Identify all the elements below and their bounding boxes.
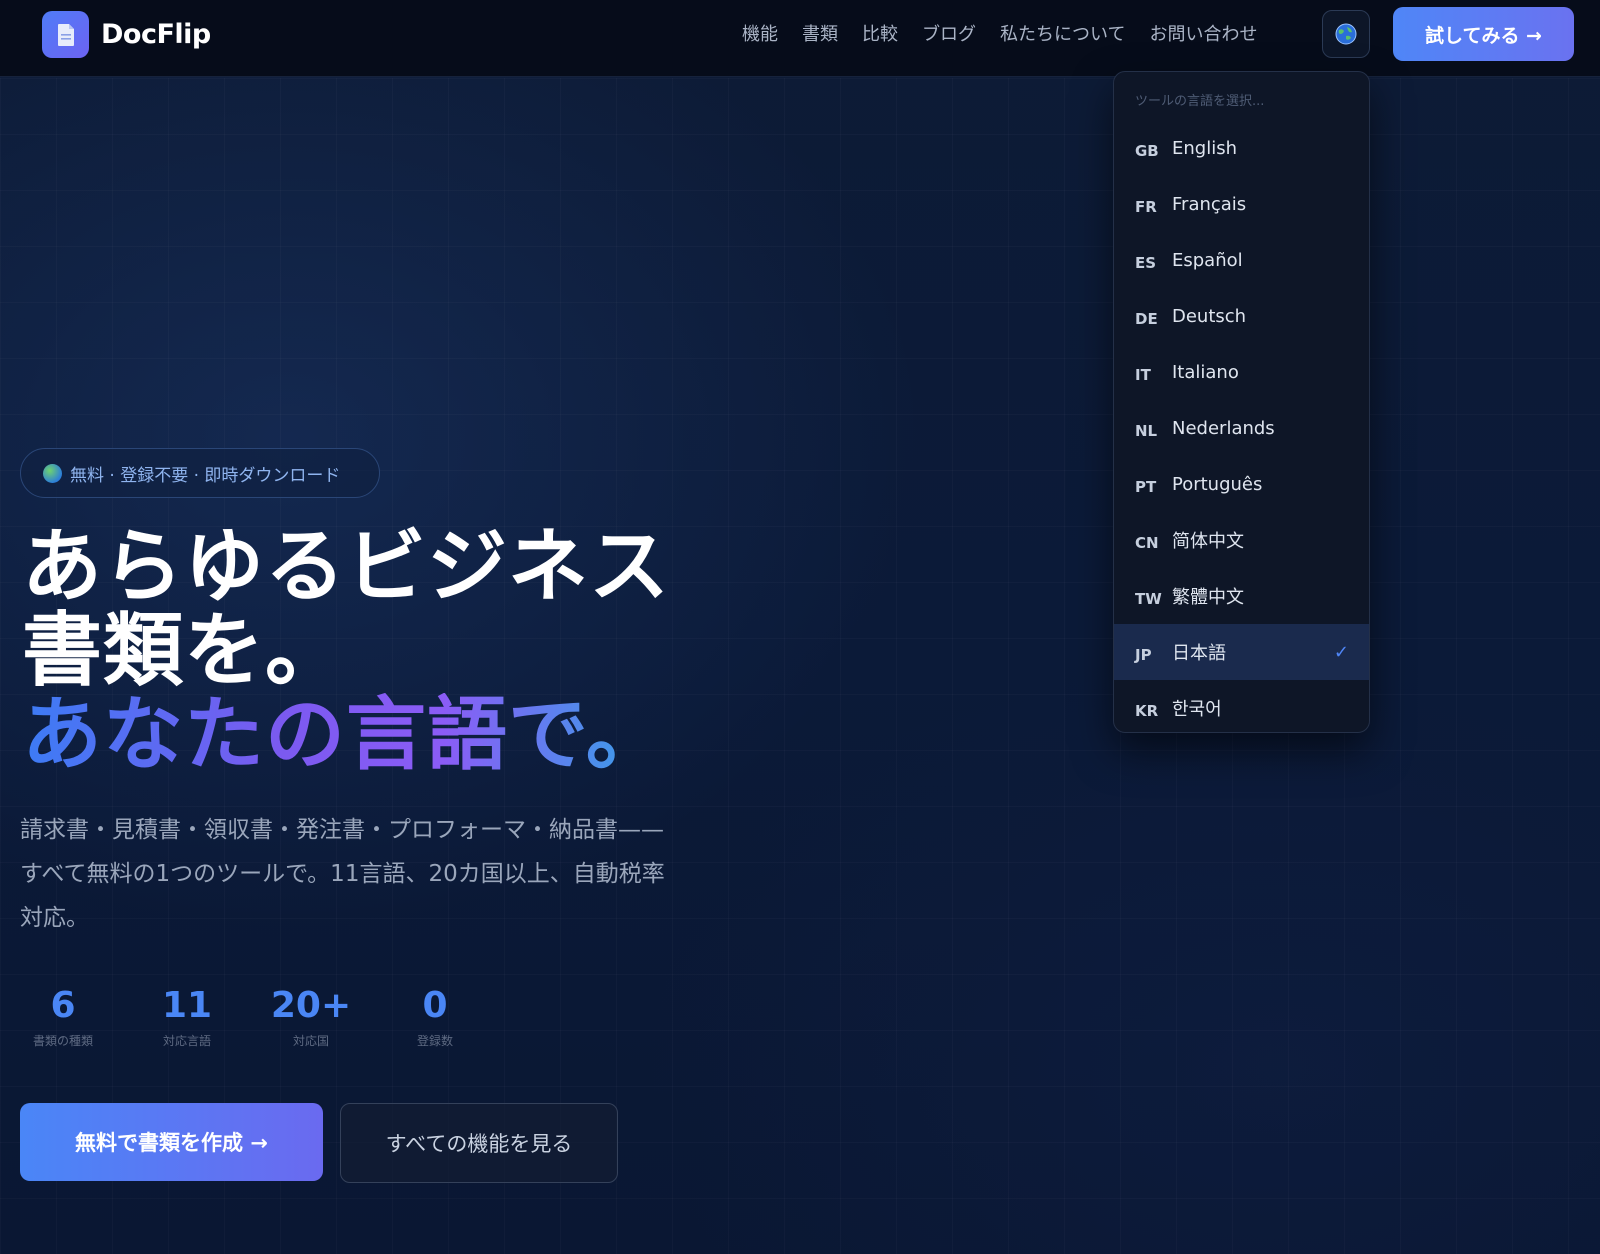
stat-signups: 0 登録数 bbox=[394, 984, 476, 1049]
stat-document-types: 6 書類の種類 bbox=[22, 984, 104, 1049]
stat-label: 書類の種類 bbox=[32, 1034, 93, 1048]
language-option-kr[interactable]: KR 한국어 bbox=[1114, 680, 1369, 732]
stat-value: 11 bbox=[161, 985, 213, 1026]
language-label: Italiano bbox=[1172, 361, 1239, 383]
globe-icon bbox=[43, 463, 62, 483]
hero-description: 請求書・見積書・領収書・発注書・プロフォーマ・納品書——すべて無料の1つのツール… bbox=[20, 817, 665, 931]
language-label: English bbox=[1172, 137, 1237, 159]
stat-label: 対応言語 bbox=[162, 1034, 211, 1048]
language-label: Português bbox=[1172, 473, 1263, 495]
flag-code: DE bbox=[1135, 310, 1158, 328]
stat-label: 登録数 bbox=[416, 1034, 453, 1048]
nav-link-blog[interactable]: ブログ bbox=[922, 20, 976, 46]
view-features-button[interactable]: すべての機能を見る bbox=[340, 1103, 618, 1183]
flag-code: PT bbox=[1135, 478, 1157, 496]
globe-icon bbox=[1335, 23, 1357, 45]
language-option-cn[interactable]: CN 简体中文 bbox=[1114, 512, 1369, 568]
check-icon: ✓ bbox=[1333, 641, 1349, 663]
language-option-jp[interactable]: JP 日本語 ✓ bbox=[1114, 624, 1369, 680]
hero-title-line-2: 書類を。 bbox=[22, 604, 346, 697]
flag-code: JP bbox=[1135, 646, 1152, 664]
flag-code: KR bbox=[1135, 702, 1159, 720]
nav-link-contact[interactable]: お問い合わせ bbox=[1149, 20, 1257, 46]
main-nav: 機能 書類 比較 ブログ 私たちについて お問い合わせ bbox=[742, 20, 1281, 46]
language-option-de[interactable]: DE Deutsch bbox=[1114, 288, 1369, 344]
language-button[interactable] bbox=[1322, 10, 1370, 58]
language-option-tw[interactable]: TW 繁體中文 bbox=[1114, 568, 1369, 624]
stat-languages: 11 対応言語 bbox=[146, 984, 228, 1049]
stat-value: 0 bbox=[422, 985, 448, 1026]
language-label: 繁體中文 bbox=[1172, 587, 1244, 608]
stat-value: 6 bbox=[50, 985, 76, 1026]
stat-label: 対応国 bbox=[292, 1034, 329, 1048]
hero-badge: 無料 · 登録不要 · 即時ダウンロード bbox=[20, 448, 380, 498]
language-option-pt[interactable]: PT Português bbox=[1114, 456, 1369, 512]
nav-link-about[interactable]: 私たちについて bbox=[1000, 20, 1125, 46]
language-label: Nederlands bbox=[1172, 417, 1275, 439]
language-option-es[interactable]: ES Español bbox=[1114, 232, 1369, 288]
stat-countries: 20+ 対応国 bbox=[270, 984, 352, 1049]
language-label: Español bbox=[1172, 249, 1243, 271]
language-label: 日本語 bbox=[1172, 643, 1226, 664]
language-option-it[interactable]: IT Italiano bbox=[1114, 344, 1369, 400]
language-option-fr[interactable]: FR Français bbox=[1114, 176, 1369, 232]
language-option-nl[interactable]: NL Nederlands bbox=[1114, 400, 1369, 456]
language-search-placeholder[interactable]: ツールの言語を選択... bbox=[1114, 72, 1369, 120]
document-icon bbox=[42, 11, 89, 58]
hero-stats: 6 書類の種類 11 対応言語 20+ 対応国 0 登録数 bbox=[22, 984, 476, 1049]
hero-title-line-3: あなたの言語で。 bbox=[22, 693, 670, 777]
flag-code: GB bbox=[1135, 142, 1159, 160]
brand-logo[interactable]: DocFlip bbox=[42, 11, 211, 58]
top-header: DocFlip 機能 書類 比較 ブログ 私たちについて お問い合わせ 試してみ… bbox=[0, 0, 1600, 77]
language-label: 简体中文 bbox=[1172, 531, 1244, 552]
language-label: 한국어 bbox=[1172, 699, 1222, 720]
try-it-button[interactable]: 試してみる → bbox=[1393, 7, 1574, 61]
hero-title: あらゆるビジネス 書類を。 あなたの言語で。 bbox=[22, 525, 670, 777]
language-option-en[interactable]: GB English bbox=[1114, 120, 1369, 176]
hero-badge-text: 無料 · 登録不要 · 即時ダウンロード bbox=[70, 465, 341, 486]
flag-code: IT bbox=[1135, 366, 1151, 384]
flag-code: TW bbox=[1135, 590, 1162, 608]
flag-code: NL bbox=[1135, 422, 1158, 440]
language-dropdown: ツールの言語を選択... GB English FR Français ES E… bbox=[1113, 71, 1370, 733]
create-document-button[interactable]: 無料で書類を作成 → bbox=[20, 1103, 323, 1181]
brand-name: DocFlip bbox=[101, 19, 211, 50]
language-label: Deutsch bbox=[1172, 305, 1247, 327]
language-label: Français bbox=[1172, 193, 1247, 215]
nav-link-documents[interactable]: 書類 bbox=[802, 20, 838, 46]
flag-code: FR bbox=[1135, 198, 1157, 216]
nav-link-compare[interactable]: 比較 bbox=[862, 20, 898, 46]
flag-code: CN bbox=[1135, 534, 1159, 552]
stat-value: 20+ bbox=[270, 985, 352, 1026]
nav-link-features[interactable]: 機能 bbox=[742, 20, 778, 46]
hero-title-line-1: あらゆるビジネス bbox=[22, 520, 670, 613]
flag-code: ES bbox=[1135, 254, 1157, 272]
